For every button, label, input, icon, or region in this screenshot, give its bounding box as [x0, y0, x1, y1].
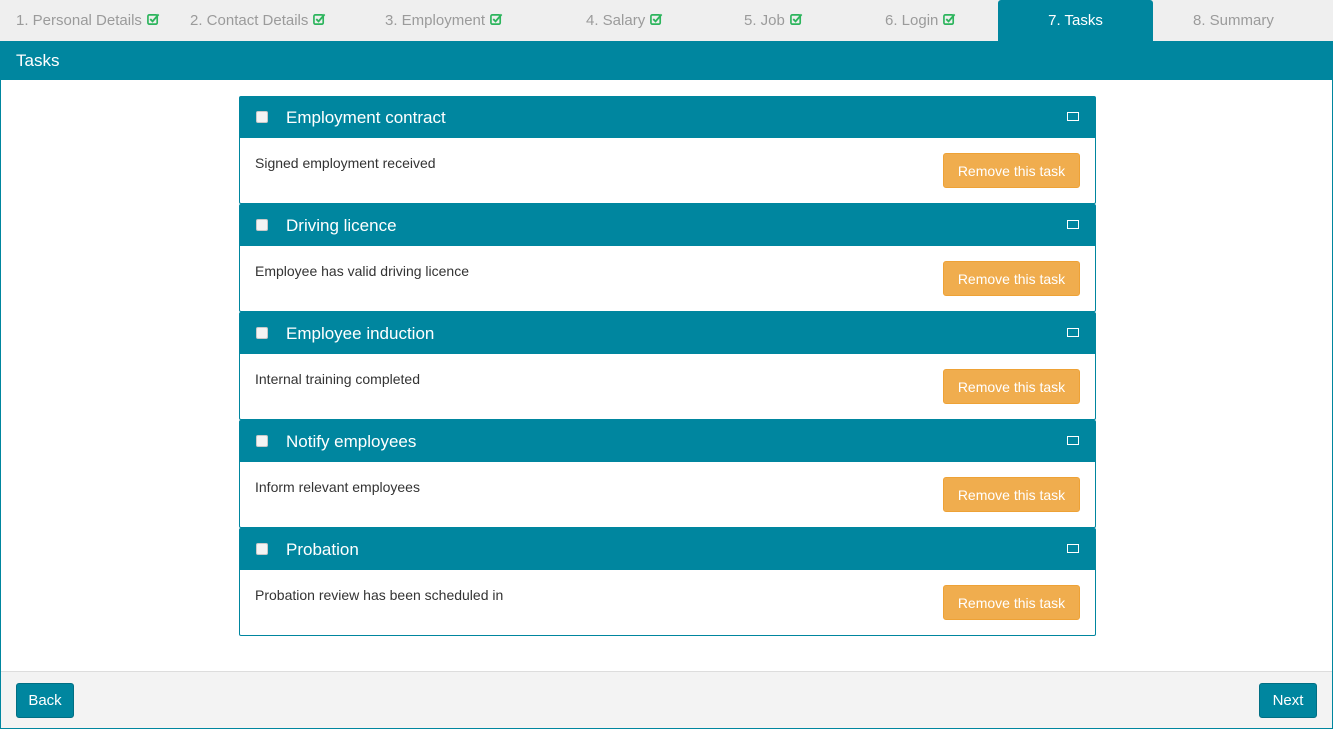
- step-label: 4. Salary: [586, 12, 646, 29]
- back-button[interactable]: Back: [16, 683, 74, 718]
- step-label: 6. Login: [885, 12, 939, 29]
- step-job[interactable]: 5. Job: [744, 0, 803, 41]
- task-header: Notify employees: [240, 421, 1095, 462]
- task-checkbox[interactable]: [256, 543, 268, 555]
- step-label: 5. Job: [744, 12, 785, 29]
- step-personal-details[interactable]: 1. Personal Details: [16, 0, 160, 41]
- task-description: Employee has valid driving licence: [255, 263, 469, 279]
- step-label: 2. Contact Details: [190, 12, 309, 29]
- minimize-icon[interactable]: [1067, 220, 1079, 229]
- task-card: Driving licence Employee has valid drivi…: [239, 204, 1096, 312]
- step-summary[interactable]: 8. Summary: [1193, 0, 1274, 41]
- minimize-icon[interactable]: [1067, 544, 1079, 553]
- panel-title: Tasks: [1, 41, 1332, 80]
- remove-task-button[interactable]: Remove this task: [943, 369, 1080, 404]
- task-title: Employment contract: [286, 108, 446, 127]
- wizard-steps: 1. Personal Details 2. Contact Details 3…: [0, 0, 1333, 41]
- check-square-icon: [789, 13, 803, 25]
- panel-footer: Back Next: [1, 671, 1332, 728]
- task-header: Probation: [240, 529, 1095, 570]
- task-description: Inform relevant employees: [255, 479, 420, 495]
- task-title: Notify employees: [286, 432, 417, 451]
- remove-task-button[interactable]: Remove this task: [943, 585, 1080, 620]
- minimize-icon[interactable]: [1067, 112, 1079, 121]
- remove-task-button[interactable]: Remove this task: [943, 477, 1080, 512]
- task-card: Employee induction Internal training com…: [239, 312, 1096, 420]
- step-employment[interactable]: 3. Employment: [385, 0, 503, 41]
- task-header: Driving licence: [240, 205, 1095, 246]
- task-card: Employment contract Signed employment re…: [239, 96, 1096, 204]
- step-tasks[interactable]: 7. Tasks: [998, 0, 1153, 41]
- step-label: 3. Employment: [385, 12, 486, 29]
- task-checkbox[interactable]: [256, 219, 268, 231]
- task-card: Notify employees Inform relevant employe…: [239, 420, 1096, 528]
- remove-task-button[interactable]: Remove this task: [943, 153, 1080, 188]
- minimize-icon[interactable]: [1067, 328, 1079, 337]
- task-header: Employee induction: [240, 313, 1095, 354]
- remove-task-button[interactable]: Remove this task: [943, 261, 1080, 296]
- check-square-icon: [650, 13, 663, 25]
- step-salary[interactable]: 4. Salary: [586, 0, 663, 41]
- task-description: Signed employment received: [255, 155, 436, 171]
- task-header: Employment contract: [240, 97, 1095, 138]
- task-checkbox[interactable]: [256, 435, 268, 447]
- task-list: Employment contract Signed employment re…: [239, 96, 1096, 636]
- check-square-icon: [943, 13, 956, 25]
- step-label: 8. Summary: [1193, 12, 1274, 29]
- next-button[interactable]: Next: [1259, 683, 1317, 718]
- check-square-icon: [490, 13, 503, 25]
- task-card: Probation Probation review has been sche…: [239, 528, 1096, 636]
- task-title: Probation: [286, 540, 359, 559]
- task-description: Probation review has been scheduled in: [255, 587, 504, 603]
- step-contact-details[interactable]: 2. Contact Details: [190, 0, 326, 41]
- step-label: 1. Personal Details: [16, 12, 142, 29]
- check-square-icon: [313, 13, 326, 25]
- step-label: 7. Tasks: [1048, 12, 1103, 29]
- tasks-panel: Tasks Employment contract Signed employm…: [0, 41, 1333, 729]
- task-title: Employee induction: [286, 324, 435, 343]
- check-square-icon: [146, 13, 160, 25]
- minimize-icon[interactable]: [1067, 436, 1079, 445]
- task-title: Driving licence: [286, 216, 397, 235]
- task-description: Internal training completed: [255, 371, 420, 387]
- step-login[interactable]: 6. Login: [885, 0, 956, 41]
- task-checkbox[interactable]: [256, 327, 268, 339]
- task-checkbox[interactable]: [256, 111, 268, 123]
